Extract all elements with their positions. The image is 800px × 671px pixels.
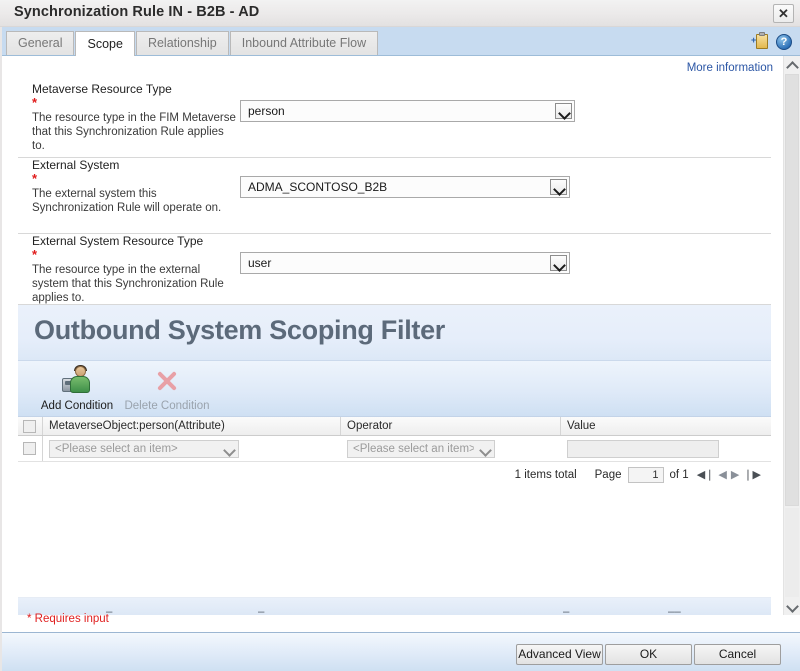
dialog-content: More information Metaverse Resource Type…: [0, 56, 800, 615]
delete-condition-button[interactable]: Delete Condition: [114, 364, 220, 414]
page-of-label: of 1: [670, 469, 689, 481]
tab-general[interactable]: General: [6, 31, 74, 55]
column-header-value[interactable]: Value: [561, 417, 771, 435]
grid-header-row: MetaverseObject:person(Attribute) Operat…: [18, 417, 771, 436]
advanced-view-button[interactable]: Advanced View: [516, 644, 603, 665]
table-row: <Please select an item> <Please select a…: [18, 436, 771, 462]
requires-input-note: * Requires input: [27, 613, 109, 625]
add-clipboard-icon[interactable]: +: [751, 33, 769, 50]
chevron-down-icon: [479, 444, 492, 457]
first-page-button[interactable]: ◀❘: [697, 469, 715, 481]
field-label: External System Resource Type: [32, 234, 203, 248]
cancel-button[interactable]: Cancel: [694, 644, 781, 665]
window-left-edge: [0, 27, 2, 671]
grid-footer: 1 items total Page 1 of 1 ◀❘ ◀ ▶ ❘▶: [18, 462, 771, 554]
page-label: Page: [595, 469, 622, 481]
metaverse-resource-type-dropdown[interactable]: person: [240, 100, 575, 122]
scrollbar-track[interactable]: [785, 508, 799, 597]
scroll-up-button[interactable]: [784, 56, 800, 73]
pager-nav: ◀❘ ◀ ▶ ❘▶: [697, 469, 761, 481]
chevron-down-icon: [786, 600, 799, 613]
field-description: The external system this Synchronization…: [32, 187, 237, 215]
close-icon: ✕: [774, 4, 793, 23]
panel-header: Outbound System Scoping Filter: [18, 305, 771, 361]
row-select-cell: [18, 436, 43, 461]
required-marker: *: [32, 173, 37, 185]
external-system-dropdown[interactable]: ADMA_SCONTOSO_B2B: [240, 176, 570, 198]
tab-strip: General Scope Relationship Inbound Attri…: [0, 27, 800, 56]
chevron-down-icon: [555, 103, 572, 119]
dialog-button-bar: Advanced View OK Cancel: [0, 632, 800, 671]
window-title: Synchronization Rule IN - B2B - AD: [14, 4, 259, 20]
field-label: Metaverse Resource Type: [32, 82, 172, 96]
next-page-button[interactable]: ▶: [731, 469, 739, 481]
field-description: The resource type in the external system…: [32, 263, 237, 305]
field-label: External System: [32, 158, 119, 172]
vertical-scrollbar[interactable]: [783, 56, 800, 615]
conditions-grid: MetaverseObject:person(Attribute) Operat…: [18, 417, 771, 554]
items-total-label: 1 items total: [515, 469, 577, 481]
column-header-attribute[interactable]: MetaverseObject:person(Attribute): [43, 417, 341, 435]
external-system-resource-type-dropdown[interactable]: user: [240, 252, 570, 274]
chevron-up-icon: [786, 61, 799, 74]
clipped-text-3: –: [563, 606, 569, 615]
ok-button[interactable]: OK: [605, 644, 692, 665]
close-button[interactable]: ✕: [773, 4, 794, 23]
tab-inbound-attribute-flow[interactable]: Inbound Attribute Flow: [230, 31, 378, 55]
cell-attribute: <Please select an item>: [43, 436, 341, 461]
value-input[interactable]: [567, 440, 719, 458]
chevron-down-icon: [223, 444, 236, 457]
operator-select[interactable]: <Please select an item>: [347, 440, 495, 458]
cell-value: [561, 436, 771, 461]
scrollbar-thumb[interactable]: [785, 74, 799, 506]
scoping-filter-toolbar: Add Condition Delete Condition: [18, 361, 771, 417]
chevron-down-icon: [550, 255, 567, 271]
operator-select-value: <Please select an item>: [353, 441, 474, 457]
chevron-down-icon: [550, 179, 567, 195]
row-checkbox[interactable]: [23, 442, 36, 455]
attribute-select[interactable]: <Please select an item>: [49, 440, 239, 458]
required-marker: *: [32, 97, 37, 109]
tab-scope[interactable]: Scope: [75, 31, 134, 56]
last-page-button[interactable]: ❘▶: [743, 469, 761, 481]
add-user-icon: [61, 365, 93, 396]
required-marker: *: [32, 249, 37, 261]
column-header-operator[interactable]: Operator: [341, 417, 561, 435]
sync-rule-dialog: Synchronization Rule IN - B2B - AD ✕ Gen…: [0, 0, 800, 671]
clipped-next-section: – – – ––: [18, 597, 771, 615]
select-all-cell: [18, 417, 43, 435]
delete-condition-label: Delete Condition: [114, 400, 220, 412]
dropdown-value: ADMA_SCONTOSO_B2B: [248, 177, 545, 197]
window-title-bar: Synchronization Rule IN - B2B - AD ✕: [0, 0, 800, 27]
clipped-text-2: –: [258, 606, 264, 615]
attribute-select-value: <Please select an item>: [55, 441, 218, 457]
panel-title: Outbound System Scoping Filter: [34, 315, 445, 346]
pager: 1 items total Page 1 of 1 ◀❘ ◀ ▶ ❘▶: [515, 467, 761, 483]
field-external-system: External System * The external system th…: [18, 158, 771, 234]
clipped-text-4: ––: [668, 606, 681, 615]
cell-operator: <Please select an item>: [341, 436, 561, 461]
more-information-link[interactable]: More information: [687, 62, 773, 74]
prev-page-button[interactable]: ◀: [718, 469, 726, 481]
help-icon[interactable]: ?: [776, 34, 792, 50]
tab-relationship[interactable]: Relationship: [136, 31, 229, 55]
field-metaverse-resource-type: Metaverse Resource Type * The resource t…: [18, 82, 771, 158]
dropdown-value: user: [248, 253, 545, 273]
page-number-input[interactable]: 1: [628, 467, 664, 483]
dropdown-value: person: [248, 101, 550, 121]
tab-strip-icons: + ?: [751, 33, 792, 50]
field-external-system-resource-type: External System Resource Type * The reso…: [18, 234, 771, 305]
delete-x-icon: [151, 365, 183, 396]
select-all-checkbox[interactable]: [23, 420, 36, 433]
scroll-down-button[interactable]: [784, 598, 800, 615]
outbound-system-scoping-filter-panel: Outbound System Scoping Filter Add Condi…: [18, 305, 771, 554]
field-description: The resource type in the FIM Metaverse t…: [32, 111, 237, 153]
